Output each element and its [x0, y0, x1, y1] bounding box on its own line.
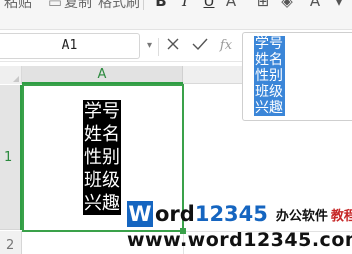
watermark-logo-text: ord — [155, 202, 195, 226]
italic-icon[interactable]: I — [176, 0, 194, 9]
select-all-icon — [13, 76, 19, 82]
watermark-logo: W ord 12345 办公软件 教程 — [127, 201, 352, 227]
chevron-down-icon[interactable]: ▾ — [147, 40, 152, 51]
watermark-url: www.word12345.com — [127, 229, 352, 251]
cell-line: 学号 — [83, 100, 121, 123]
copy-icon[interactable]: ▭ — [46, 0, 64, 10]
name-box[interactable]: A1 — [0, 33, 140, 59]
formula-line: 性别 — [254, 68, 285, 84]
insert-function-icon[interactable]: fx — [216, 35, 236, 57]
format-painter-label[interactable]: 格式刷 — [98, 0, 140, 12]
check-icon[interactable] — [190, 35, 210, 57]
formula-line: 姓名 — [254, 52, 285, 68]
row-header-2[interactable]: 2 — [0, 231, 22, 254]
formula-bar-divider — [158, 38, 159, 56]
cell-line: 性别 — [83, 146, 121, 169]
watermark-tagline-accent: 教程 — [330, 208, 352, 224]
underline-icon[interactable]: U — [200, 0, 218, 9]
watermark-logo-mark: W — [127, 201, 153, 227]
cell-line: 姓名 — [83, 123, 121, 146]
watermark-tagline: 办公软件 — [275, 208, 328, 224]
strikethrough-icon[interactable]: A — [222, 0, 240, 9]
font-color-icon[interactable]: A — [306, 0, 324, 9]
cell-line: 班级 — [83, 169, 121, 192]
watermark: W ord 12345 办公软件 教程 www.word12345.com — [127, 201, 352, 254]
ribbon-toolbar: 粘贴 复制 格式刷 ▭ B I U A ⊞ ◈ A ▾ — [0, 0, 352, 30]
fill-color-icon[interactable]: ◈ — [278, 0, 296, 9]
close-icon[interactable] — [163, 35, 183, 57]
copy-button-label[interactable]: 复制 — [64, 0, 92, 12]
row-header-1[interactable]: 1 — [0, 85, 22, 230]
formula-input[interactable]: 学号 姓名 性别 班级 兴趣 — [242, 32, 352, 121]
formula-line: 班级 — [254, 84, 285, 100]
cell-content: 学号 姓名 性别 班级 兴趣 — [83, 100, 121, 215]
border-icon[interactable]: ⊞ — [254, 0, 272, 9]
toolbar-divider — [143, 0, 144, 10]
select-all-corner[interactable] — [0, 66, 22, 84]
paste-button-label[interactable]: 粘贴 — [4, 0, 32, 12]
cell-line: 兴趣 — [83, 192, 121, 215]
formula-line: 学号 — [254, 36, 285, 52]
more-icon[interactable]: ▾ — [330, 0, 348, 9]
watermark-logo-number: 12345 — [194, 202, 268, 226]
formula-line: 兴趣 — [254, 100, 285, 116]
bold-icon[interactable]: B — [152, 0, 170, 9]
